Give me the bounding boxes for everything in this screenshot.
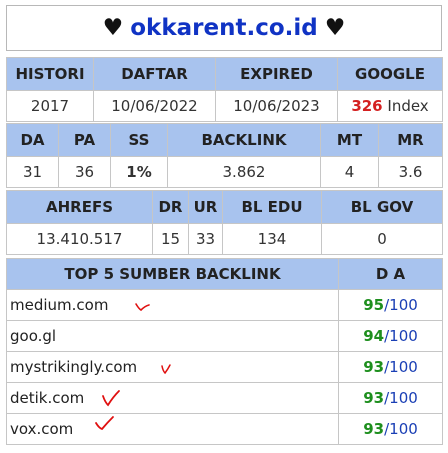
header-ahrefs: AHREFS — [6, 190, 153, 224]
value-backlink: 3.862 — [167, 156, 321, 188]
heart-icon: ♥ — [102, 15, 124, 41]
top-backlinks-table: TOP 5 SUMBER BACKLINK D A medium.com 95/… — [6, 258, 443, 445]
check-mark-icon — [135, 303, 150, 311]
heart-icon: ♥ — [324, 15, 346, 41]
backlink-da-value: 93 — [363, 389, 385, 407]
backlink-site: detik.com — [6, 382, 339, 414]
value-mr: 3.6 — [378, 156, 443, 188]
check-mark-icon — [95, 416, 114, 431]
backlink-da-max: /100 — [384, 389, 418, 407]
value-ss: 1% — [110, 156, 168, 188]
backlink-da-value: 93 — [363, 358, 385, 376]
table-row: medium.com 95/100 — [6, 289, 443, 321]
value-ahrefs: 13.410.517 — [6, 223, 153, 255]
value-pa: 36 — [58, 156, 111, 188]
backlink-da: 95/100 — [338, 289, 443, 321]
header-da-score: D A — [338, 258, 443, 290]
backlink-da: 93/100 — [338, 382, 443, 414]
backlink-da-max: /100 — [384, 420, 418, 438]
backlink-da: 93/100 — [338, 413, 443, 445]
header-expired: EXPIRED — [215, 57, 338, 91]
table-row: mystrikingly.com 93/100 — [6, 351, 443, 383]
backlink-da: 94/100 — [338, 320, 443, 352]
header-histori: HISTORI — [6, 57, 94, 91]
value-expired: 10/06/2023 — [215, 90, 338, 122]
value-daftar: 10/06/2022 — [93, 90, 216, 122]
header-da: DA — [6, 123, 59, 157]
backlink-da: 93/100 — [338, 351, 443, 383]
backlink-da-value: 94 — [363, 327, 385, 345]
metrics-table: DA PA SS BACKLINK MT MR 31 36 1% 3.862 4… — [6, 123, 443, 188]
header-ur: UR — [188, 190, 223, 224]
backlink-site: medium.com — [6, 289, 339, 321]
backlink-site-name: medium.com — [10, 296, 109, 314]
domain-name: okkarent.co.id — [130, 15, 318, 41]
value-bl-edu: 134 — [222, 223, 322, 255]
google-index-label: Index — [382, 97, 429, 115]
backlink-da-max: /100 — [384, 358, 418, 376]
table-row: goo.gl 94/100 — [6, 320, 443, 352]
backlink-site-name: mystrikingly.com — [10, 358, 138, 376]
backlink-da-value: 93 — [363, 420, 385, 438]
header-pa: PA — [58, 123, 111, 157]
backlink-da-max: /100 — [384, 327, 418, 345]
value-mt: 4 — [320, 156, 379, 188]
seo-report-card: ♥ okkarent.co.id ♥ HISTORI DAFTAR EXPIRE… — [0, 0, 448, 453]
ahrefs-table: AHREFS DR UR BL EDU BL GOV 13.410.517 15… — [6, 190, 443, 255]
value-ur: 33 — [188, 223, 223, 255]
header-mr: MR — [378, 123, 443, 157]
backlink-site: mystrikingly.com — [6, 351, 339, 383]
value-histori: 2017 — [6, 90, 94, 122]
check-mark-icon — [161, 364, 171, 375]
header-mt: MT — [320, 123, 379, 157]
header-google: GOOGLE — [337, 57, 443, 91]
table-row: vox.com 93/100 — [6, 413, 443, 445]
header-daftar: DAFTAR — [93, 57, 216, 91]
domain-banner: ♥ okkarent.co.id ♥ — [6, 5, 442, 51]
backlink-site: goo.gl — [6, 320, 339, 352]
backlink-site-name: goo.gl — [10, 327, 57, 345]
value-da: 31 — [6, 156, 59, 188]
header-dr: DR — [152, 190, 189, 224]
backlink-site: vox.com — [6, 413, 339, 445]
google-index-count: 326 — [351, 97, 383, 115]
check-mark-icon — [102, 390, 120, 407]
value-google: 326 Index — [337, 90, 443, 122]
value-dr: 15 — [152, 223, 189, 255]
header-backlink: BACKLINK — [167, 123, 321, 157]
header-bl-edu: BL EDU — [222, 190, 322, 224]
backlink-da-value: 95 — [363, 296, 385, 314]
header-bl-gov: BL GOV — [321, 190, 443, 224]
backlink-da-max: /100 — [384, 296, 418, 314]
backlink-site-name: detik.com — [10, 389, 85, 407]
value-bl-gov: 0 — [321, 223, 443, 255]
backlink-site-name: vox.com — [10, 420, 74, 438]
header-top-backlinks: TOP 5 SUMBER BACKLINK — [6, 258, 339, 290]
registration-table: HISTORI DAFTAR EXPIRED GOOGLE 2017 10/06… — [6, 57, 443, 122]
header-ss: SS — [110, 123, 168, 157]
table-row: detik.com 93/100 — [6, 382, 443, 414]
